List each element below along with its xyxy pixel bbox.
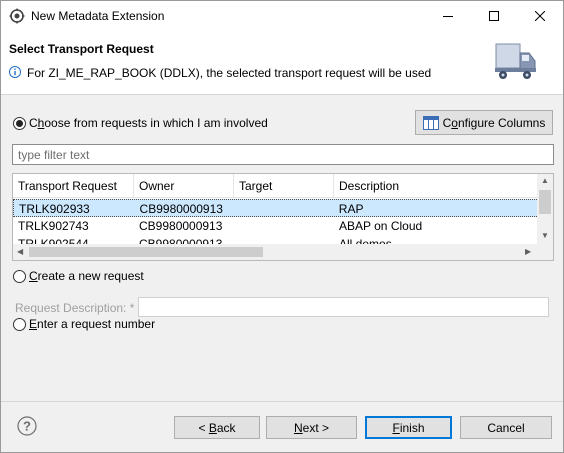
filter-input[interactable]: type filter text [12,144,554,165]
cell-description: ABAP on Cloud [339,219,423,233]
page-title: Select Transport Request [9,42,154,56]
close-button[interactable] [517,1,563,31]
radio-create-label: Create a new request [29,269,144,283]
horizontal-scrollbar[interactable]: ◀ ▶ [13,244,553,260]
footer-divider [1,401,563,402]
cell-request: TRLK902743 [18,219,89,233]
radio-button[interactable] [13,269,26,283]
cell-description: RAP [338,202,364,216]
radio-button[interactable] [13,116,26,130]
column-header-target[interactable]: Target [234,174,334,198]
table-row[interactable]: TRLK902743 CB9980000913 ABAP on Cloud [13,217,539,235]
cancel-button[interactable]: Cancel [460,416,552,439]
cell-target [234,217,334,235]
request-description-label: Request Description: * [15,301,135,315]
vertical-scrollbar[interactable]: ▲ ▼ [537,174,553,245]
radio-involved-label: Choose from requests in which I am invol… [29,116,268,130]
next-button[interactable]: Next > [266,416,357,439]
title-bar: New Metadata Extension [1,1,563,31]
table-columns-icon [422,115,439,130]
wizard-header: Select Transport Request For ZI_ME_RAP_B… [1,31,563,95]
transport-truck-icon [495,43,536,79]
minimize-icon [443,16,453,17]
close-icon [535,11,545,21]
scroll-left-icon[interactable]: ◀ [17,247,23,256]
back-button[interactable]: < Back [174,416,260,439]
radio-enter-request[interactable]: Enter a request number [13,317,160,331]
configure-columns-button[interactable]: Configure Columns [415,110,553,135]
configure-columns-label: Configure Columns [442,115,546,130]
request-description-input[interactable] [138,297,549,317]
next-label: Next > [293,420,330,435]
cancel-label: Cancel [487,420,525,435]
table-header: Transport Request Owner Target Descripti… [13,174,539,198]
column-header-transport-request[interactable]: Transport Request [13,174,134,198]
radio-enter-label: Enter a request number [29,317,156,331]
window-title: New Metadata Extension [31,9,165,23]
scroll-right-icon[interactable]: ▶ [525,247,531,256]
info-icon [9,66,21,78]
scroll-up-icon[interactable]: ▲ [541,176,549,185]
radio-button[interactable] [13,317,26,331]
column-header-description[interactable]: Description [334,174,539,198]
finish-label: Finish [392,420,425,435]
back-label: < Back [198,420,236,435]
transport-request-table: Transport Request Owner Target Descripti… [12,173,554,261]
cell-target [234,200,334,216]
finish-button[interactable]: Finish [365,416,452,439]
maximize-button[interactable] [471,1,517,31]
dialog-window: New Metadata Extension Select Transport … [0,0,564,453]
minimize-button[interactable] [425,1,471,31]
maximize-icon [489,11,499,21]
scroll-down-icon[interactable]: ▼ [541,231,549,240]
cell-request: TRLK902933 [19,202,90,216]
horizontal-scroll-thumb[interactable] [29,247,263,257]
cell-owner: CB9980000913 [139,202,223,216]
eclipse-app-icon [9,8,25,24]
table-row[interactable]: TRLK902933 CB9980000913 RAP [13,199,539,217]
radio-create-request[interactable]: Create a new request [13,269,144,283]
help-icon[interactable]: ? [17,416,37,436]
cell-owner: CB9980000913 [139,219,223,233]
vertical-scroll-thumb[interactable] [539,190,551,214]
header-message: For ZI_ME_RAP_BOOK (DDLX), the selected … [27,66,432,80]
svg-text:?: ? [23,419,31,434]
column-header-owner[interactable]: Owner [134,174,234,198]
radio-involved-requests[interactable]: Choose from requests in which I am invol… [13,116,268,130]
